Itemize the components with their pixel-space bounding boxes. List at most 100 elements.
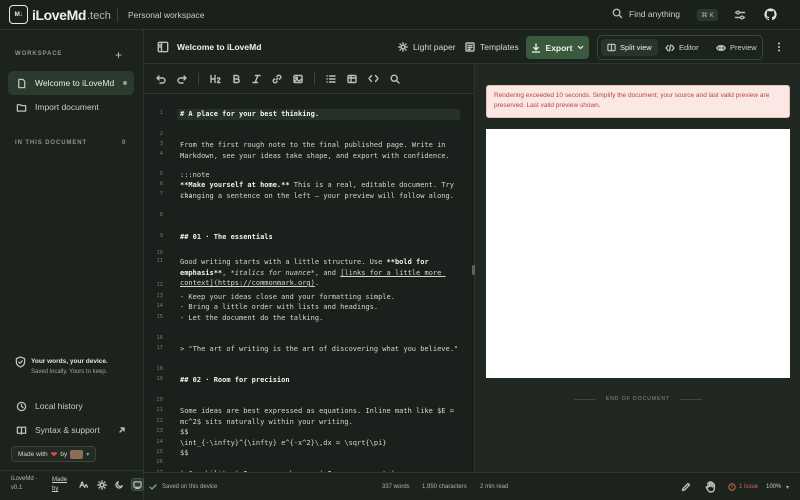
- alert-icon: [728, 483, 736, 491]
- app-logo[interactable]: M↓ iLoveMd .tech: [9, 5, 111, 24]
- made-with-badge[interactable]: Made with ❤ by ▾: [11, 446, 97, 462]
- table-icon[interactable]: [347, 74, 357, 84]
- preview-page: [486, 129, 790, 378]
- sidebar-item-label: Syntax & support: [35, 425, 100, 435]
- code-line[interactable]: # A place for your best thinking.: [180, 109, 464, 120]
- workspace-heading: WORKSPACE: [15, 51, 63, 57]
- panel-layout-icon[interactable]: [131, 478, 144, 491]
- read-time: 2 min read: [480, 484, 509, 490]
- code-line[interactable]: - Keep your ideas close and your formatt…: [180, 292, 464, 303]
- document-icon: [16, 78, 27, 89]
- author-avatar: [70, 449, 84, 459]
- local-history-button[interactable]: Local history: [8, 394, 134, 418]
- bullet-list-icon[interactable]: [326, 74, 336, 84]
- sidebar-item-import[interactable]: Import document: [8, 95, 134, 119]
- image-icon[interactable]: [293, 74, 303, 84]
- code-icon[interactable]: [368, 74, 379, 83]
- add-document-button[interactable]: +: [115, 48, 122, 62]
- line-number: 4: [159, 151, 163, 157]
- line-number: 6: [159, 181, 163, 187]
- top-bar: M↓ iLoveMd .tech Personal workspace Find…: [0, 0, 800, 30]
- code-line[interactable]: :::: [180, 190, 464, 201]
- line-number: 16: [156, 335, 163, 341]
- pencil-icon[interactable]: [681, 482, 691, 492]
- line-number: 3: [159, 141, 163, 147]
- book-icon: [16, 425, 27, 436]
- code-line[interactable]: > "The art of writing is the art of disc…: [180, 344, 464, 355]
- link-icon[interactable]: [272, 74, 282, 84]
- editor-view-button[interactable]: Editor: [659, 39, 705, 56]
- status-bar: Saved on this device 337 words 1,950 cha…: [144, 472, 800, 500]
- history-icon: [16, 401, 27, 412]
- github-icon[interactable]: [764, 8, 777, 21]
- code-line[interactable]: ## 01 · The essentials: [180, 232, 464, 243]
- line-number: 2: [159, 131, 163, 137]
- code-line[interactable]: $$: [180, 427, 464, 438]
- divider: [680, 398, 703, 400]
- sun-icon[interactable]: [95, 478, 108, 491]
- code-line[interactable]: - Bring a little order with lists and he…: [180, 302, 464, 313]
- preview-pane: Rendering exceeded 10 seconds. Simplify …: [475, 64, 800, 472]
- sliders-icon[interactable]: [734, 9, 746, 21]
- syntax-support-link[interactable]: Syntax & support: [8, 418, 134, 442]
- made-by-link[interactable]: Made by: [52, 476, 74, 494]
- line-number: 24: [156, 439, 163, 445]
- code-line[interactable]: :::note: [180, 170, 464, 181]
- external-link-icon: [118, 426, 126, 434]
- line-number: 13: [156, 293, 163, 299]
- line-number: 22: [156, 418, 163, 424]
- made-with-label: Made with: [18, 450, 48, 458]
- more-options-icon[interactable]: [777, 42, 781, 52]
- workspace-name[interactable]: Personal workspace: [128, 10, 205, 20]
- export-label: Export: [545, 42, 573, 53]
- brand-tld: .tech: [86, 10, 111, 22]
- line-number: 23: [156, 428, 163, 434]
- line-number: 15: [156, 314, 163, 320]
- in-document-heading: IN THIS DOCUMENT: [15, 140, 88, 146]
- sidebar: WORKSPACE + Welcome to iLoveMd Import do…: [0, 30, 144, 500]
- templates-button[interactable]: Templates: [465, 42, 519, 52]
- line-number: 14: [156, 303, 163, 309]
- issue-count: 1 issue: [739, 484, 759, 490]
- search-icon[interactable]: [390, 73, 400, 84]
- logo-mark: M↓: [9, 5, 28, 24]
- find-anything-button[interactable]: Find anything: [612, 8, 680, 19]
- editor-view-label: Editor: [679, 43, 699, 52]
- light-paper-button[interactable]: Light paper: [398, 42, 456, 52]
- heading-icon[interactable]: [210, 74, 221, 84]
- split-view-icon: [607, 43, 616, 52]
- chevron-down-icon[interactable]: ▾: [786, 484, 789, 491]
- active-dot: [123, 81, 127, 85]
- sidebar-toggle-icon[interactable]: [157, 41, 169, 53]
- code-line[interactable]: \int_{-\infty}^{\infty} e^{-x^2}\,dx = \…: [180, 438, 464, 449]
- text-size-icon[interactable]: [77, 478, 90, 491]
- code-line[interactable]: Good writing starts with a little struct…: [180, 257, 464, 289]
- undo-icon[interactable]: [156, 74, 166, 84]
- divider: [117, 8, 118, 22]
- hand-icon[interactable]: [705, 481, 716, 493]
- divider: [573, 398, 596, 400]
- code-line[interactable]: - Let the document do the talking.: [180, 313, 464, 324]
- line-number: 17: [156, 345, 163, 351]
- markdown-editor[interactable]: 1 # A place for your best thinking. 2 3 From…: [144, 94, 474, 472]
- bold-icon[interactable]: [232, 74, 241, 84]
- document-title[interactable]: Welcome to iLoveMd: [177, 42, 261, 52]
- moon-icon[interactable]: [113, 478, 126, 491]
- preview-view-button[interactable]: Preview: [710, 39, 763, 56]
- issue-indicator[interactable]: 1 issue: [728, 483, 758, 491]
- sidebar-item-welcome[interactable]: Welcome to iLoveMd: [8, 71, 134, 95]
- privacy-title: Your words, your device.: [31, 358, 108, 365]
- line-number: 18: [156, 366, 163, 372]
- code-line[interactable]: $$: [180, 448, 464, 459]
- code-line[interactable]: From the first rough note to the final p…: [180, 140, 464, 161]
- split-view-button[interactable]: Split view: [601, 39, 658, 56]
- line-number: 19: [156, 376, 163, 382]
- view-mode-switch: Split view Editor Preview: [597, 35, 763, 60]
- italic-icon[interactable]: [252, 74, 261, 84]
- code-line[interactable]: ## 02 · Room for precision: [180, 375, 464, 386]
- redo-icon[interactable]: [177, 74, 187, 84]
- code-line[interactable]: Some ideas are best expressed as equatio…: [180, 406, 464, 427]
- export-button[interactable]: Export: [526, 36, 589, 59]
- end-of-document-label: END OF DOCUMENT: [605, 396, 671, 402]
- zoom-level[interactable]: 100%: [766, 484, 781, 490]
